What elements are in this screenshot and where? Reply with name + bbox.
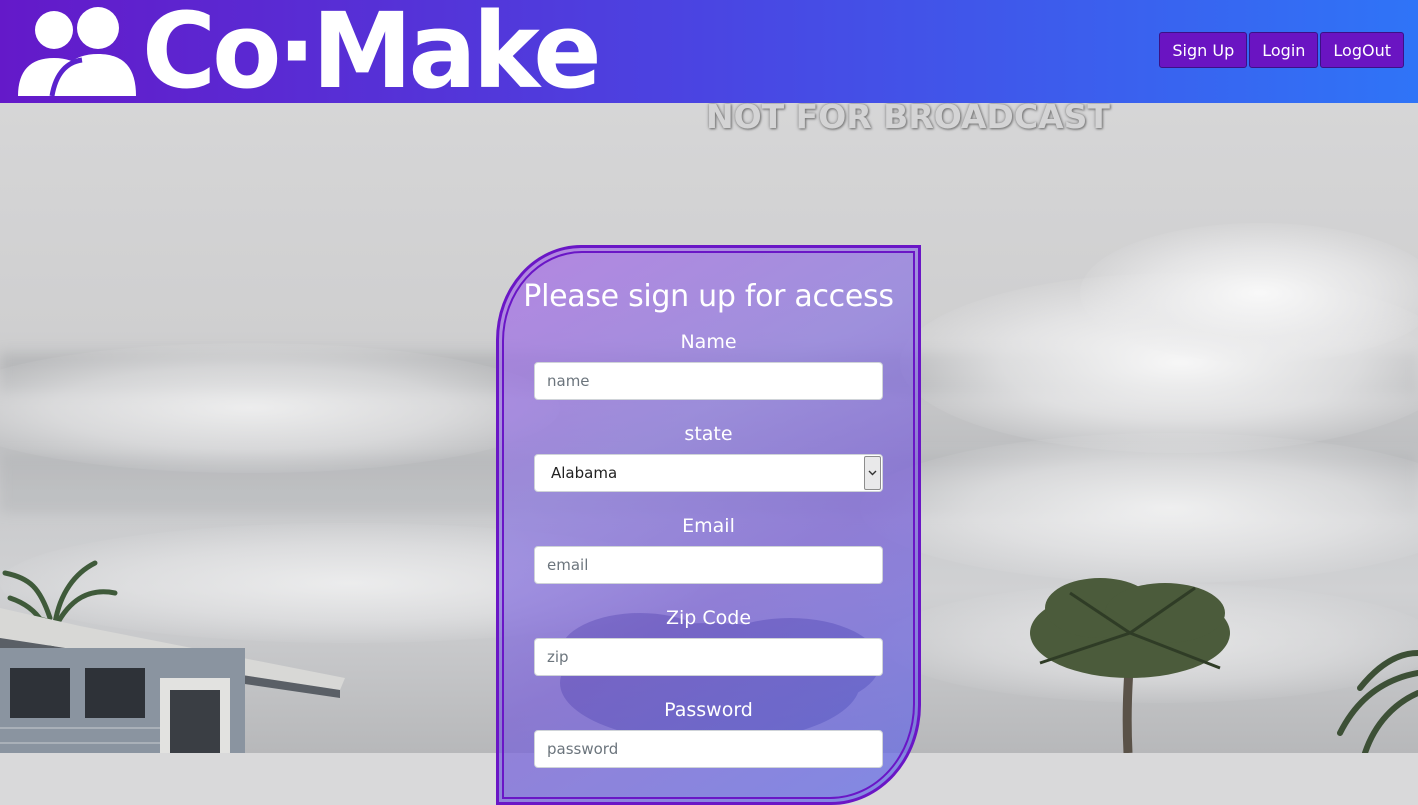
auth-nav: Sign Up Login LogOut	[1159, 32, 1404, 68]
signup-form: Please sign up for access Name state Ala…	[496, 245, 921, 805]
login-button[interactable]: Login	[1249, 32, 1319, 68]
people-icon	[18, 7, 136, 96]
signup-button[interactable]: Sign Up	[1159, 32, 1248, 68]
top-navbar: Co·Make Sign Up Login LogOut	[0, 0, 1418, 103]
chevron-down-icon[interactable]	[864, 456, 881, 490]
brand-name: Co·Make	[142, 0, 602, 112]
password-input[interactable]	[534, 730, 883, 768]
form-title: Please sign up for access	[523, 279, 894, 314]
email-input[interactable]	[534, 546, 883, 584]
zip-label: Zip Code	[665, 607, 752, 629]
breaking-wave	[1080, 223, 1418, 363]
state-label: state	[684, 423, 733, 445]
name-input[interactable]	[534, 362, 883, 400]
brand-logo[interactable]: Co·Make	[12, 0, 612, 112]
logout-button[interactable]: LogOut	[1320, 32, 1404, 68]
state-selected-value: Alabama	[551, 464, 618, 482]
state-select[interactable]: Alabama	[534, 454, 883, 492]
broadcast-watermark: NOT FOR BROADCAST	[706, 103, 1110, 136]
palm-tree-icon	[1337, 650, 1418, 753]
beach-house-icon	[0, 608, 345, 753]
zip-input[interactable]	[534, 638, 883, 676]
palm-tree-icon	[1030, 578, 1230, 753]
password-label: Password	[664, 699, 753, 721]
email-label: Email	[682, 515, 735, 537]
name-label: Name	[680, 331, 737, 353]
